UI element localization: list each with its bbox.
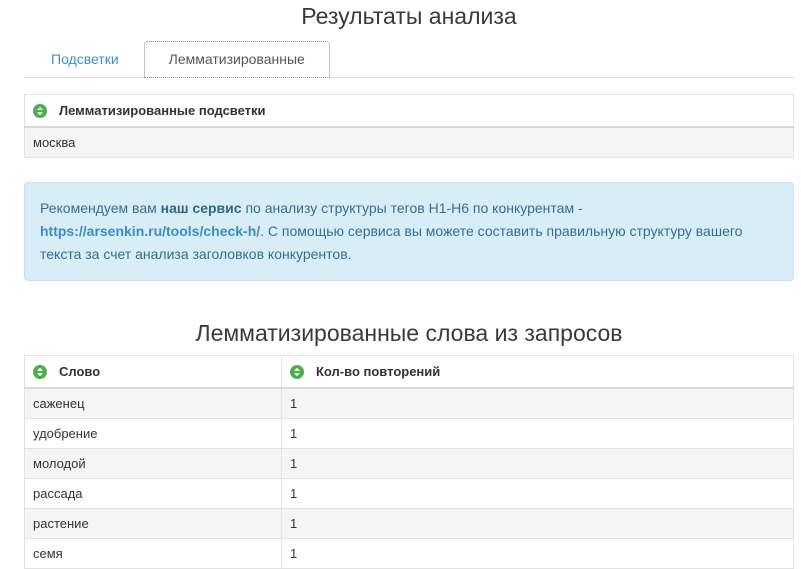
words-table: Слово Кол-во повторений саженец 1 удобре…	[24, 355, 794, 569]
count-column-header: Кол-во повторений	[281, 355, 794, 389]
recommendation-alert: Рекомендуем вам наш сервис по анализу ст…	[24, 182, 794, 281]
highlights-header-label: Лемматизированные подсветки	[59, 103, 266, 118]
page-title: Результаты анализа	[301, 3, 517, 29]
word-column-header: Слово	[24, 355, 282, 389]
count-cell: 1	[281, 418, 794, 449]
alert-text-before: Рекомендуем вам	[40, 200, 161, 216]
word-cell: саженец	[24, 387, 282, 419]
table-header-row: Лемматизированные подсветки	[24, 94, 794, 128]
word-cell: рассада	[24, 478, 282, 509]
count-column-label: Кол-во повторений	[316, 364, 441, 379]
word-cell: удобрение	[24, 418, 282, 449]
word-column-label: Слово	[59, 364, 101, 379]
alert-text-mid: по анализу структуры тегов H1-H6 по конк…	[241, 200, 583, 216]
check-h-url-link[interactable]: https://arsenkin.ru/tools/check-h/	[40, 223, 260, 239]
count-cell: 1	[281, 448, 794, 479]
service-link[interactable]: наш сервис	[161, 200, 242, 216]
highlight-cell: москва	[24, 126, 794, 158]
table-row: удобрение 1	[24, 418, 794, 449]
count-cell: 1	[281, 538, 794, 569]
main-content: Результаты анализа Подсветки Лемматизиро…	[24, 0, 794, 569]
count-cell: 1	[281, 508, 794, 539]
table-header-row: Слово Кол-во повторений	[24, 355, 794, 389]
word-cell: семя	[24, 538, 282, 569]
table-row: москва	[24, 126, 794, 158]
tab-lemmatized[interactable]: Лемматизированные	[143, 41, 330, 78]
tab-bar: Подсветки Лемматизированные	[24, 41, 794, 78]
word-cell: молодой	[24, 448, 282, 479]
highlights-table: Лемматизированные подсветки москва	[24, 94, 794, 158]
word-cell: растение	[24, 508, 282, 539]
table-row: растение 1	[24, 508, 794, 539]
table-row: семя 1	[24, 538, 794, 569]
count-cell: 1	[281, 387, 794, 419]
tab-highlights[interactable]: Подсветки	[35, 42, 135, 76]
sort-toggle-icon[interactable]	[33, 103, 47, 118]
count-cell: 1	[281, 478, 794, 509]
sort-toggle-icon[interactable]	[290, 364, 304, 379]
words-section-title: Лемматизированные слова из запросов	[195, 320, 623, 346]
table-row: саженец 1	[24, 387, 794, 419]
highlights-table-header: Лемматизированные подсветки	[24, 94, 794, 128]
table-row: молодой 1	[24, 448, 794, 479]
table-row: рассада 1	[24, 478, 794, 509]
sort-toggle-icon[interactable]	[33, 364, 47, 379]
